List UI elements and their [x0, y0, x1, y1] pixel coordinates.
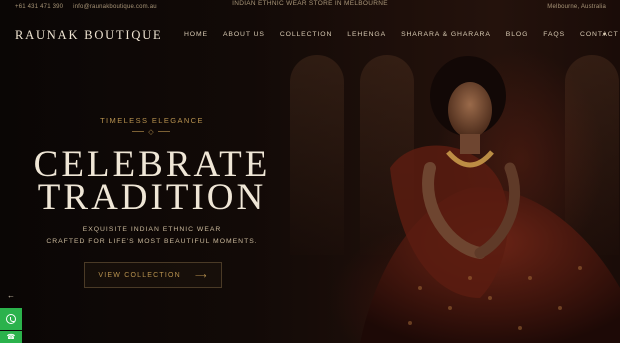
nav-blog[interactable]: BLOG	[506, 31, 529, 38]
chevron-down-icon[interactable]: ▾	[603, 31, 606, 38]
main-nav: HOME ABOUT US COLLECTION LEHENGA SHARARA…	[184, 31, 620, 38]
hero-model-image	[360, 56, 620, 343]
arrow-right-icon: ⟶	[194, 270, 208, 280]
nav-sharara-gharara[interactable]: SHARARA & GHARARA	[401, 31, 491, 38]
whatsapp-button[interactable]	[0, 308, 22, 330]
view-collection-label: VIEW COLLECTION	[98, 271, 181, 279]
diamond-ornament-icon: ◇	[132, 128, 170, 136]
phone-icon: ☎	[6, 334, 16, 341]
brand-logo[interactable]: RAUNAK BOUTIQUE	[15, 28, 162, 43]
whatsapp-icon	[6, 314, 16, 324]
nav-home[interactable]: HOME	[184, 31, 208, 38]
hero-headline-line-2: TRADITION	[37, 177, 267, 218]
nav-contact[interactable]: CONTACT	[580, 31, 619, 38]
view-collection-button[interactable]: VIEW COLLECTION ⟶	[84, 262, 222, 288]
hero-subtitle-line-2: CRAFTED FOR LIFE'S MOST BEAUTIFUL MOMENT…	[46, 238, 258, 245]
nav-about-us[interactable]: ABOUT US	[223, 31, 265, 38]
location-text: Melbourne, Australia	[547, 4, 606, 10]
top-info-bar: +61 431 471 390 info@raunakboutique.com.…	[0, 0, 620, 14]
arrow-left-icon[interactable]: ←	[7, 291, 15, 300]
nav-collection[interactable]: COLLECTION	[280, 31, 332, 38]
hero-subtitle-line-1: EXQUISITE INDIAN ETHNIC WEAR	[82, 226, 222, 233]
phone-button[interactable]: ☎	[0, 331, 22, 343]
main-header: RAUNAK BOUTIQUE HOME ABOUT US COLLECTION…	[0, 22, 620, 48]
hero-eyebrow: TIMELESS ELEGANCE	[100, 116, 204, 125]
nav-lehenga[interactable]: LEHENGA	[347, 31, 386, 38]
nav-faqs[interactable]: FAQS	[543, 31, 565, 38]
store-tagline: INDIAN ETHNIC WEAR STORE IN MELBOURNE	[232, 0, 388, 7]
